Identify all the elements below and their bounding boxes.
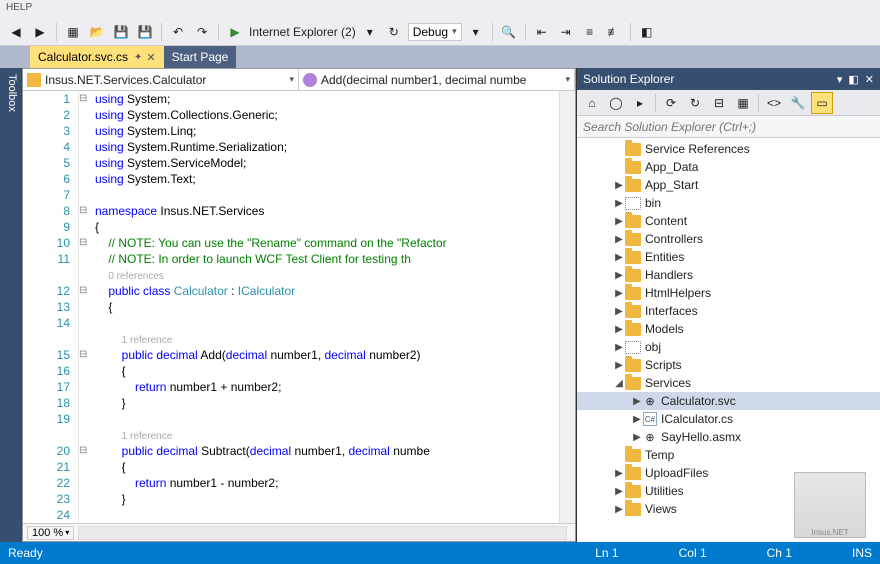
tree-item[interactable]: ▶Content: [577, 212, 880, 230]
platform-dropdown-icon[interactable]: ▾: [466, 22, 486, 42]
menu-bar[interactable]: HELP: [0, 0, 880, 18]
indent-less-icon[interactable]: ⇤: [532, 22, 552, 42]
tree-item[interactable]: Service References: [577, 140, 880, 158]
horizontal-scrollbar[interactable]: [78, 526, 567, 540]
tree-item[interactable]: ▶App_Start: [577, 176, 880, 194]
status-bar: Ready Ln 1 Col 1 Ch 1 INS: [0, 542, 880, 564]
tab-start-page[interactable]: Start Page: [164, 46, 237, 68]
fwd-icon[interactable]: ▸: [629, 92, 651, 114]
status-ch: Ch 1: [767, 546, 792, 560]
preview-selected-icon[interactable]: ▭: [811, 92, 833, 114]
close-icon[interactable]: ✕: [865, 73, 874, 86]
code-area[interactable]: using System;using System.Collections.Ge…: [95, 91, 559, 523]
save-all-icon[interactable]: 💾: [135, 22, 155, 42]
open-icon[interactable]: 📂: [87, 22, 107, 42]
tab-calculator-svc-cs[interactable]: Calculator.svc.cs ✦ ✕: [30, 46, 164, 68]
tree-item[interactable]: ▶obj: [577, 338, 880, 356]
nav-back-icon[interactable]: ◀: [6, 22, 26, 42]
tree-item[interactable]: ▶Entities: [577, 248, 880, 266]
panel-menu-icon[interactable]: ▾: [837, 73, 843, 86]
find-icon[interactable]: 🔍: [499, 22, 519, 42]
main-toolbar: ◀ ▶ ▦ 📂 💾 💾 ↶ ↷ ▶ Internet Explorer (2) …: [0, 18, 880, 46]
save-icon[interactable]: 💾: [111, 22, 131, 42]
tree-item[interactable]: ▶Controllers: [577, 230, 880, 248]
undo-icon[interactable]: ↶: [168, 22, 188, 42]
tree-item[interactable]: ▶Scripts: [577, 356, 880, 374]
outlining-margin[interactable]: ⊟⊟⊟⊟⊟⊟: [79, 91, 95, 523]
new-project-icon[interactable]: ▦: [63, 22, 83, 42]
back-icon[interactable]: ◯: [605, 92, 627, 114]
solution-tree[interactable]: Service ReferencesApp_Data▶App_Start▶bin…: [577, 138, 880, 542]
view-code-icon[interactable]: <>: [763, 92, 785, 114]
tree-item[interactable]: Temp: [577, 446, 880, 464]
collapse-all-icon[interactable]: ⊟: [708, 92, 730, 114]
toggle-bookmark-icon[interactable]: ◧: [637, 22, 657, 42]
type-nav-combo[interactable]: Insus.NET.Services.Calculator: [23, 69, 299, 90]
sync-icon[interactable]: ⟳: [660, 92, 682, 114]
member-nav-combo[interactable]: Add(decimal number1, decimal numbe: [299, 69, 575, 90]
tree-item[interactable]: ▶Interfaces: [577, 302, 880, 320]
panel-title-text: Solution Explorer: [583, 72, 674, 86]
tree-item[interactable]: ▶⊕SayHello.asmx: [577, 428, 880, 446]
solution-explorer-toolbar: ⌂ ◯ ▸ ⟳ ↻ ⊟ ▦ <> 🔧 ▭: [577, 90, 880, 116]
close-icon[interactable]: ✕: [146, 51, 155, 64]
home-icon[interactable]: ⌂: [581, 92, 603, 114]
code-editor: Insus.NET.Services.Calculator Add(decima…: [22, 68, 576, 542]
browser-refresh-icon[interactable]: ↻: [384, 22, 404, 42]
tree-item[interactable]: ▶Models: [577, 320, 880, 338]
start-debug-icon[interactable]: ▶: [225, 22, 245, 42]
indent-more-icon[interactable]: ⇥: [556, 22, 576, 42]
toolbox-panel-collapsed[interactable]: Toolbox: [0, 68, 22, 542]
status-line: Ln 1: [595, 546, 618, 560]
uncomment-icon[interactable]: ≢: [604, 22, 624, 42]
avatar-overlay: Insus.NET: [794, 472, 866, 538]
tab-label: Start Page: [172, 50, 229, 64]
comment-icon[interactable]: ≡: [580, 22, 600, 42]
tree-item[interactable]: ▶⊕Calculator.svc: [577, 392, 880, 410]
editor-footer: 100 %: [23, 523, 575, 541]
run-target-label[interactable]: Internet Explorer (2): [249, 25, 356, 39]
status-ready: Ready: [8, 546, 43, 560]
tree-item[interactable]: ▶bin: [577, 194, 880, 212]
navigation-bar: Insus.NET.Services.Calculator Add(decima…: [23, 69, 575, 91]
solution-search-input[interactable]: [583, 120, 874, 134]
run-target-dropdown-icon[interactable]: ▾: [360, 22, 380, 42]
properties-icon[interactable]: 🔧: [787, 92, 809, 114]
nav-fwd-icon[interactable]: ▶: [30, 22, 50, 42]
pin-icon[interactable]: ◧: [848, 73, 858, 86]
refresh-icon[interactable]: ↻: [684, 92, 706, 114]
tree-item[interactable]: ▶Handlers: [577, 266, 880, 284]
tree-item[interactable]: App_Data: [577, 158, 880, 176]
zoom-combo[interactable]: 100 %: [27, 526, 74, 540]
line-number-gutter: 123456789101112131415161718192021222324: [23, 91, 79, 523]
redo-icon[interactable]: ↷: [192, 22, 212, 42]
document-tabs: Calculator.svc.cs ✦ ✕ Start Page: [0, 46, 880, 68]
status-col: Col 1: [679, 546, 707, 560]
solution-search[interactable]: [577, 116, 880, 138]
solution-config-combo[interactable]: Debug: [408, 23, 462, 41]
show-all-icon[interactable]: ▦: [732, 92, 754, 114]
tree-item[interactable]: ▶C#ICalculator.cs: [577, 410, 880, 428]
tree-item[interactable]: ◢Services: [577, 374, 880, 392]
status-ins: INS: [852, 546, 872, 560]
solution-explorer-title[interactable]: Solution Explorer ▾ ◧ ✕: [577, 68, 880, 90]
vertical-scrollbar[interactable]: [559, 91, 575, 523]
solution-explorer: Solution Explorer ▾ ◧ ✕ ⌂ ◯ ▸ ⟳ ↻ ⊟ ▦ <>…: [576, 68, 880, 542]
tree-item[interactable]: ▶HtmlHelpers: [577, 284, 880, 302]
pin-icon[interactable]: ✦: [134, 52, 142, 63]
tab-label: Calculator.svc.cs: [38, 50, 128, 64]
